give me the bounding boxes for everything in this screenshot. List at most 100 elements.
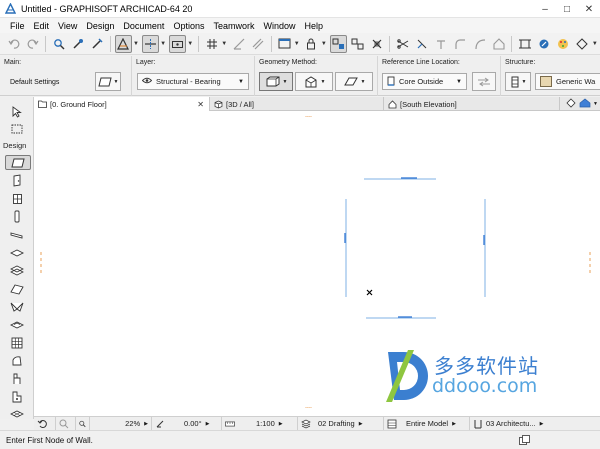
- home-story-icon[interactable]: [490, 35, 507, 53]
- geometry-straight-button[interactable]: ▼: [259, 72, 293, 91]
- wall-tool-icon[interactable]: [5, 155, 31, 170]
- wall-settings-button[interactable]: ▼: [95, 72, 121, 91]
- layer-combination-dropdown[interactable]: 02 Drafting ▶: [298, 416, 384, 431]
- angle-icon[interactable]: [230, 35, 247, 53]
- archicad-app-icon[interactable]: [4, 3, 16, 15]
- adjust-icon[interactable]: [413, 35, 430, 53]
- right-scroll-marker[interactable]: [587, 251, 593, 275]
- bottom-scroll-marker[interactable]: - - - -: [305, 405, 312, 411]
- arrow-tool-icon[interactable]: [9, 104, 25, 119]
- snap-points-icon[interactable]: [169, 34, 187, 53]
- redo-icon[interactable]: [24, 35, 41, 53]
- structure-display-icon[interactable]: [516, 35, 533, 53]
- chevron-down-icon[interactable]: ▼: [294, 41, 300, 47]
- door-tool-icon[interactable]: [9, 173, 25, 188]
- chevron-down-icon[interactable]: ▼: [133, 41, 139, 47]
- syringe-icon[interactable]: [89, 35, 106, 53]
- chevron-down-icon[interactable]: ▼: [187, 41, 193, 47]
- menu-view[interactable]: View: [54, 21, 82, 31]
- grid-snap-icon[interactable]: [203, 35, 220, 53]
- wall-right[interactable]: [483, 199, 486, 297]
- close-icon[interactable]: ✕: [197, 100, 204, 109]
- reference-line-dropdown[interactable]: Core Outside ▼: [382, 73, 467, 90]
- skylight-tool-icon[interactable]: [9, 317, 25, 332]
- renovation-filter-dropdown[interactable]: 03 Architectu... ▶: [470, 417, 550, 431]
- tab-south-elevation-label: [South Elevation]: [400, 99, 457, 109]
- roof-tool-icon[interactable]: [9, 281, 25, 296]
- left-scroll-marker[interactable]: [38, 251, 44, 275]
- intersect-icon[interactable]: [368, 35, 385, 53]
- suspend-groups-icon[interactable]: [329, 34, 347, 53]
- chevron-down-icon[interactable]: ▼: [592, 41, 598, 47]
- zoom-dropdown[interactable]: 22% ▶: [90, 416, 152, 431]
- menu-options[interactable]: Options: [169, 21, 209, 31]
- floor-plan-canvas[interactable]: - - - - - - - - 多多软件站 ddooo.com: [34, 111, 600, 416]
- infobox-layer-section: Layer: Structural - Bearing ▼: [132, 56, 255, 96]
- zone-tool-icon[interactable]: [9, 389, 25, 404]
- geometry-polygon-button[interactable]: ▼: [335, 72, 373, 91]
- tab-3d-all[interactable]: [3D / All]: [210, 97, 384, 111]
- navigator-icon[interactable]: [566, 98, 576, 110]
- maximize-button[interactable]: □: [556, 0, 578, 18]
- wall-top[interactable]: [364, 177, 436, 180]
- object-tool-icon[interactable]: [9, 371, 25, 386]
- slab-tool-icon[interactable]: [9, 245, 25, 260]
- guide-lines-icon[interactable]: [114, 34, 132, 53]
- morph-tool-icon[interactable]: [9, 353, 25, 368]
- structure-type-button[interactable]: ▼: [505, 72, 531, 91]
- window-tool-icon[interactable]: [9, 191, 25, 206]
- menu-document[interactable]: Document: [119, 21, 169, 31]
- building-material-dropdown[interactable]: Generic Wa: [535, 73, 600, 90]
- lock-icon[interactable]: [303, 35, 320, 53]
- menu-help[interactable]: Help: [301, 21, 329, 31]
- column-tool-icon[interactable]: [9, 209, 25, 224]
- geometry-trapezoid-button[interactable]: ▼: [295, 72, 333, 91]
- find-select-icon[interactable]: [50, 35, 67, 53]
- home-icon[interactable]: [579, 98, 591, 110]
- wall-bottom[interactable]: [366, 316, 436, 319]
- chevron-down-icon[interactable]: ▼: [593, 101, 598, 107]
- wall-left[interactable]: [344, 199, 347, 297]
- menu-file[interactable]: File: [6, 21, 30, 31]
- tab-south-elevation[interactable]: [South Elevation]: [384, 97, 560, 111]
- rotation-dropdown[interactable]: 0.00° ▶: [152, 416, 222, 431]
- zoom-button[interactable]: [76, 416, 90, 431]
- snap-guides-icon[interactable]: [141, 34, 160, 53]
- graphic-override-icon[interactable]: [574, 35, 591, 53]
- palette-icon[interactable]: [555, 35, 572, 53]
- chevron-down-icon[interactable]: ▼: [160, 41, 166, 47]
- redo-view-button[interactable]: [56, 416, 76, 431]
- scale-dropdown[interactable]: 1:100 ▶: [222, 416, 298, 431]
- undo-icon[interactable]: [5, 35, 22, 53]
- menu-window[interactable]: Window: [259, 21, 300, 31]
- chevron-down-icon[interactable]: ▼: [221, 41, 227, 47]
- view-window-icon[interactable]: [276, 35, 293, 53]
- chevron-down-icon[interactable]: ▼: [321, 41, 327, 47]
- minimize-button[interactable]: –: [534, 0, 556, 18]
- beam-tool-icon[interactable]: [9, 227, 25, 242]
- stair-tool-icon[interactable]: [9, 263, 25, 278]
- mesh-tool-icon[interactable]: [9, 406, 25, 421]
- eyedropper-icon[interactable]: [69, 35, 86, 53]
- top-scroll-marker[interactable]: - - - -: [305, 114, 312, 120]
- fillet-icon[interactable]: [452, 35, 469, 53]
- model-view-dropdown[interactable]: Entire Model ▶: [384, 416, 470, 431]
- menu-teamwork[interactable]: Teamwork: [209, 21, 259, 31]
- menu-design[interactable]: Design: [82, 21, 119, 31]
- pen-set-icon[interactable]: [535, 35, 552, 53]
- tab-ground-floor[interactable]: [0. Ground Floor] ✕: [34, 97, 210, 111]
- marquee-tool-icon[interactable]: [9, 121, 25, 136]
- undo-view-button[interactable]: [34, 416, 56, 431]
- shell-tool-icon[interactable]: [9, 299, 25, 314]
- curtain-wall-tool-icon[interactable]: [9, 335, 25, 350]
- layer-dropdown[interactable]: Structural - Bearing ▼: [137, 73, 249, 90]
- parallel-icon[interactable]: [249, 35, 266, 53]
- close-button[interactable]: ✕: [578, 0, 600, 18]
- curve-icon[interactable]: [471, 35, 488, 53]
- window-arrange-icon[interactable]: [518, 434, 530, 446]
- intersect-lines-icon[interactable]: [433, 35, 450, 53]
- flip-direction-button[interactable]: [472, 72, 496, 91]
- menu-edit[interactable]: Edit: [30, 21, 55, 31]
- trim-icon[interactable]: [394, 35, 411, 53]
- group-icon[interactable]: [349, 35, 366, 53]
